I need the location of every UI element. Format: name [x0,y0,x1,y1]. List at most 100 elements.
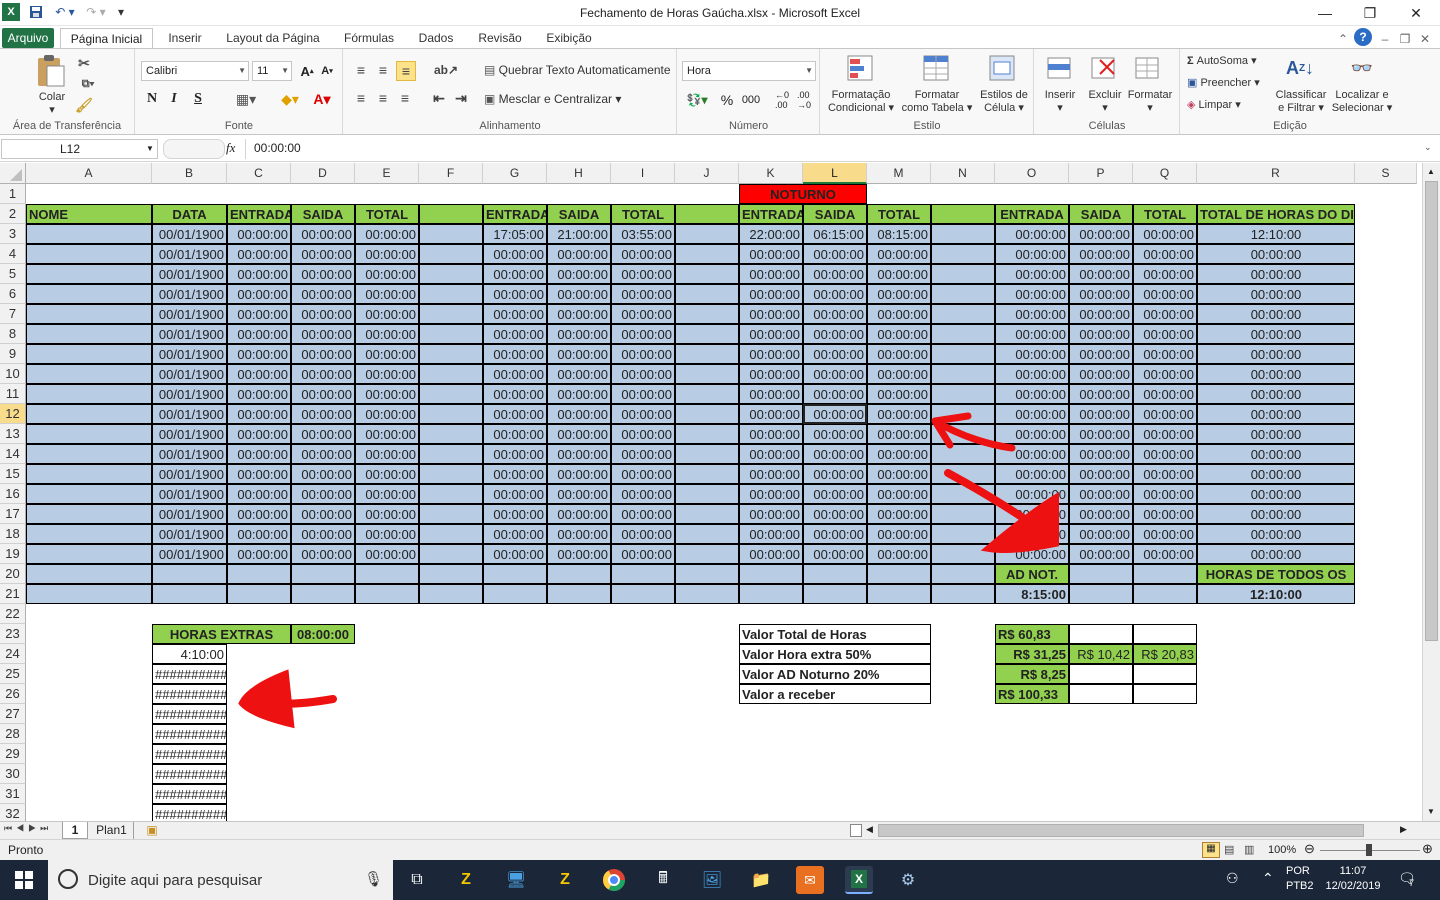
italic-button[interactable]: I [166,89,182,109]
cell-q7[interactable]: 00:00:00 [1133,304,1197,324]
cell-k10[interactable]: 00:00:00 [739,364,803,384]
row-header-8[interactable]: 8 [0,324,26,344]
cell-p23[interactable] [1069,624,1133,644]
row-header-9[interactable]: 9 [0,344,26,364]
header-r[interactable]: TOTAL DE HORAS DO DIA [1197,204,1355,224]
workbook-restore-icon[interactable]: ❐ [1398,30,1412,48]
cell-l20[interactable] [803,564,867,584]
cell-h9[interactable]: 00:00:00 [547,344,611,364]
cell-a5[interactable] [26,264,152,284]
cell-a11[interactable] [26,384,152,404]
header-l[interactable]: SAIDA [803,204,867,224]
cell-d19[interactable]: 00:00:00 [291,544,355,564]
cell-r12[interactable]: 00:00:00 [1197,404,1355,424]
cell-e17[interactable]: 00:00:00 [355,504,419,524]
row-header-20[interactable]: 20 [0,564,26,584]
row-header-7[interactable]: 7 [0,304,26,324]
tab-inserir[interactable]: Inserir [160,28,210,48]
cell-e15[interactable]: 00:00:00 [355,464,419,484]
autosum-button[interactable]: Σ AutoSoma ▾ [1187,55,1277,68]
cell-r8[interactable]: 00:00:00 [1197,324,1355,344]
cell-n19[interactable] [931,544,995,564]
cell-r16[interactable]: 00:00:00 [1197,484,1355,504]
insert-sheet-icon[interactable]: ▣ [140,822,164,839]
cell-k4[interactable]: 00:00:00 [739,244,803,264]
cell-j19[interactable] [675,544,739,564]
merge-center-button[interactable]: ▣ Mesclar e Centralizar ▾ [484,93,674,106]
row-header-15[interactable]: 15 [0,464,26,484]
cell-e5[interactable]: 00:00:00 [355,264,419,284]
horas-todos-value[interactable]: 12:10:00 [1197,584,1355,604]
cell-i13[interactable]: 00:00:00 [611,424,675,444]
cell-p10[interactable]: 00:00:00 [1069,364,1133,384]
cell-f10[interactable] [419,364,483,384]
cell-a19[interactable] [26,544,152,564]
app-pinned-icon-3[interactable]: Z [551,866,579,894]
cell-g7[interactable]: 00:00:00 [483,304,547,324]
cell-i6[interactable]: 00:00:00 [611,284,675,304]
cell-j6[interactable] [675,284,739,304]
vertical-scrollbar[interactable]: ▲ ▼ [1422,163,1440,821]
header-b[interactable]: DATA [152,204,227,224]
cell-l7[interactable]: 00:00:00 [803,304,867,324]
cell-n5[interactable] [931,264,995,284]
cell-h16[interactable]: 00:00:00 [547,484,611,504]
cell-m19[interactable]: 00:00:00 [867,544,931,564]
cell-k18[interactable]: 00:00:00 [739,524,803,544]
row-header-29[interactable]: 29 [0,744,26,764]
cell-f12[interactable] [419,404,483,424]
cell-n18[interactable] [931,524,995,544]
cell-l18[interactable]: 00:00:00 [803,524,867,544]
column-header-g[interactable]: G [483,163,547,184]
cell-q24[interactable]: R$ 20,83 [1133,644,1197,664]
cell-o19[interactable]: 00:00:00 [995,544,1069,564]
cell-p13[interactable]: 00:00:00 [1069,424,1133,444]
cell-f7[interactable] [419,304,483,324]
cell-g4[interactable]: 00:00:00 [483,244,547,264]
header-i[interactable]: TOTAL [611,204,675,224]
cell-l9[interactable]: 00:00:00 [803,344,867,364]
cell-c10[interactable]: 00:00:00 [227,364,291,384]
cell-l16[interactable]: 00:00:00 [803,484,867,504]
valor-total-label[interactable]: Valor Total de Horas [739,624,931,644]
cell-d15[interactable]: 00:00:00 [291,464,355,484]
cell-e3[interactable]: 00:00:00 [355,224,419,244]
cell-g12[interactable]: 00:00:00 [483,404,547,424]
row-header-26[interactable]: 26 [0,684,26,704]
cell-i20[interactable] [611,564,675,584]
currency-icon[interactable]: 💱▾ [684,91,710,109]
cell-c4[interactable]: 00:00:00 [227,244,291,264]
cell-m13[interactable]: 00:00:00 [867,424,931,444]
cell-i7[interactable]: 00:00:00 [611,304,675,324]
cell-o15[interactable]: 00:00:00 [995,464,1069,484]
help-icon[interactable]: ? [1354,28,1372,46]
cell-n17[interactable] [931,504,995,524]
cell-r19[interactable]: 00:00:00 [1197,544,1355,564]
valor-receber-label[interactable]: Valor a receber [739,684,931,704]
cell-n11[interactable] [931,384,995,404]
cell-c7[interactable]: 00:00:00 [227,304,291,324]
cell-d20[interactable] [291,564,355,584]
cell-e16[interactable]: 00:00:00 [355,484,419,504]
cell-p3[interactable]: 00:00:00 [1069,224,1133,244]
cell-q9[interactable]: 00:00:00 [1133,344,1197,364]
header-k[interactable]: ENTRADA [739,204,803,224]
cell-i11[interactable]: 00:00:00 [611,384,675,404]
cell-a4[interactable] [26,244,152,264]
zoom-in-icon[interactable]: ⊕ [1422,841,1433,857]
cell-h17[interactable]: 00:00:00 [547,504,611,524]
cell-h14[interactable]: 00:00:00 [547,444,611,464]
cell-h8[interactable]: 00:00:00 [547,324,611,344]
align-bottom-icon[interactable]: ≡ [396,61,416,81]
align-top-icon[interactable]: ≡ [352,61,370,79]
scroll-right-icon[interactable]: ▶ [1400,824,1407,835]
cell-q18[interactable]: 00:00:00 [1133,524,1197,544]
cell-k16[interactable]: 00:00:00 [739,484,803,504]
row-header-23[interactable]: 23 [0,624,26,644]
column-header-m[interactable]: M [867,163,931,184]
cell-f21[interactable] [419,584,483,604]
cell-g20[interactable] [483,564,547,584]
cell-o8[interactable]: 00:00:00 [995,324,1069,344]
cell-i8[interactable]: 00:00:00 [611,324,675,344]
cell-k3[interactable]: 22:00:00 [739,224,803,244]
